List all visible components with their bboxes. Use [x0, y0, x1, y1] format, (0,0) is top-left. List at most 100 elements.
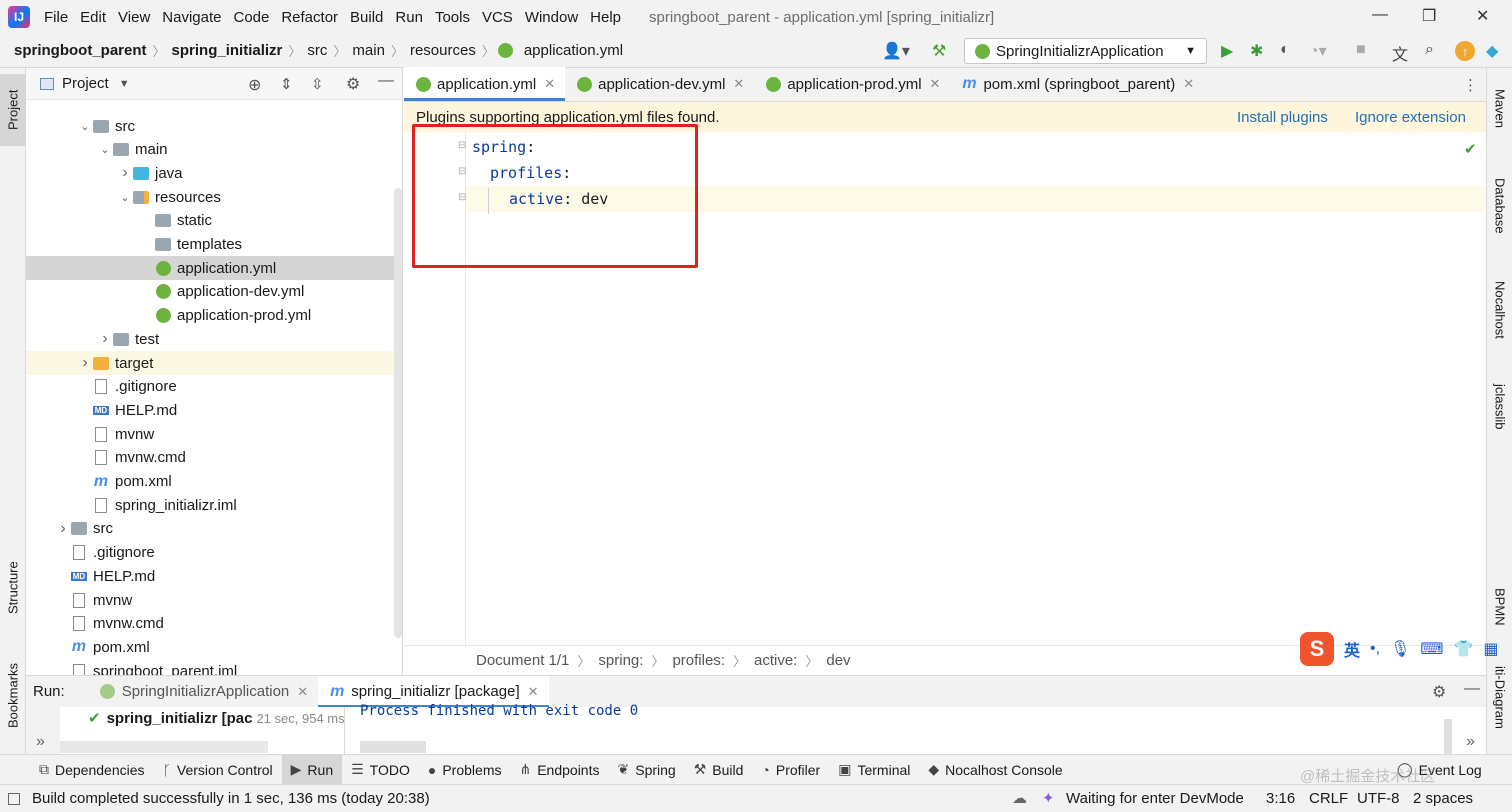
chevron-down-icon[interactable]: ⌄: [98, 143, 112, 156]
restore-icon[interactable]: ❐: [1422, 6, 1436, 26]
run-tab-spring-app[interactable]: SpringInitializrApplication ✕: [89, 676, 319, 708]
sogou-logo-icon[interactable]: S: [1300, 632, 1334, 666]
status-message[interactable]: Build completed successfully in 1 sec, 1…: [32, 790, 430, 807]
console-scrollbar[interactable]: [360, 741, 426, 753]
tw-todo[interactable]: ☰ TODO: [342, 755, 419, 785]
menu-navigate[interactable]: Navigate: [156, 9, 227, 26]
close-tab-icon[interactable]: ✕: [930, 76, 941, 92]
project-scrollbar[interactable]: [394, 188, 402, 638]
tw-endpoints[interactable]: ⋔ Endpoints: [510, 755, 608, 785]
tree-item[interactable]: application.yml: [26, 256, 402, 281]
tree-item[interactable]: › test: [26, 327, 402, 351]
expand-icon[interactable]: »: [1466, 733, 1475, 751]
microphone-icon[interactable]: 🎙: [1390, 639, 1410, 659]
tw-version-control[interactable]: ᚴ Version Control: [154, 755, 282, 785]
crumb-module[interactable]: spring_initializr: [168, 42, 287, 59]
chevron-down-icon[interactable]: ▼: [119, 78, 130, 90]
tree-item[interactable]: m pom.xml: [26, 635, 402, 659]
tw-build[interactable]: ⚒ Build: [685, 755, 753, 785]
crumb-resources[interactable]: resources: [406, 42, 480, 59]
chevron-down-icon[interactable]: ⌄: [118, 191, 132, 204]
close-tab-icon[interactable]: ✕: [528, 684, 539, 700]
user-icon[interactable]: 👤▾: [882, 41, 910, 61]
ime-lang[interactable]: 英: [1344, 637, 1360, 661]
tw-nocalhost-console[interactable]: ◆ Nocalhost Console: [919, 755, 1071, 785]
menu-edit[interactable]: Edit: [74, 9, 112, 26]
tree-item[interactable]: › src: [26, 517, 402, 541]
breadcrumb-dev[interactable]: dev: [826, 652, 850, 669]
menu-build[interactable]: Build: [344, 9, 389, 26]
tree-item[interactable]: m pom.xml: [26, 470, 402, 494]
structure-tool-tab[interactable]: Structure: [0, 546, 26, 630]
menu-window[interactable]: Window: [519, 9, 584, 26]
tw-profiler[interactable]: ◔ Profiler: [752, 755, 829, 785]
bookmarks-tool-tab[interactable]: Bookmarks: [0, 648, 26, 742]
tree-item[interactable]: › target: [26, 351, 402, 375]
file-encoding[interactable]: UTF-8: [1357, 790, 1400, 807]
line-separator[interactable]: CRLF: [1309, 790, 1348, 807]
database-tool-tab[interactable]: Database: [1487, 164, 1512, 248]
crumb-project[interactable]: springboot_parent: [10, 42, 151, 59]
close-tab-icon[interactable]: ✕: [544, 76, 555, 92]
run-tree-scrollbar[interactable]: [60, 741, 268, 753]
console-vscrollbar[interactable]: [1444, 719, 1452, 754]
debug-icon[interactable]: ✱: [1250, 41, 1263, 61]
project-panel-title[interactable]: Project: [62, 75, 109, 92]
devmode-status[interactable]: Waiting for enter DevMode: [1066, 790, 1244, 807]
install-plugins-link[interactable]: Install plugins: [1237, 109, 1328, 126]
run-configuration-select[interactable]: SpringInitializrApplication ▼: [964, 38, 1207, 64]
menu-run[interactable]: Run: [389, 9, 429, 26]
stop-icon[interactable]: ■: [1356, 41, 1366, 59]
expand-all-icon[interactable]: ⇕: [280, 75, 293, 93]
tree-item[interactable]: ⌄ main: [26, 138, 402, 162]
tab-application-yml[interactable]: application.yml ✕: [404, 67, 566, 101]
tw-dependencies[interactable]: ⧉ Dependencies: [30, 755, 154, 785]
plugin-icon[interactable]: ◆: [1486, 41, 1498, 61]
tree-item[interactable]: application-prod.yml: [26, 304, 402, 328]
project-tool-tab[interactable]: Project: [0, 74, 26, 146]
close-window-icon[interactable]: ✕: [1476, 6, 1489, 26]
jclasslib-tool-tab[interactable]: jclasslib: [1487, 370, 1512, 444]
gear-icon[interactable]: ⚙: [346, 74, 360, 94]
tw-run[interactable]: ▶ Run: [281, 754, 343, 785]
splitter[interactable]: [344, 707, 345, 754]
coverage-icon[interactable]: ◐: [1280, 41, 1290, 59]
indent-setting[interactable]: 2 spaces: [1413, 790, 1473, 807]
tree-item[interactable]: .gitignore: [26, 541, 402, 565]
caret-position[interactable]: 3:16: [1266, 790, 1295, 807]
translate-icon[interactable]: 文: [1392, 41, 1408, 65]
tree-item[interactable]: › java: [26, 161, 402, 185]
tree-item[interactable]: templates: [26, 233, 402, 257]
chevron-right-icon[interactable]: ›: [56, 520, 70, 538]
expand-icon[interactable]: »: [36, 733, 45, 751]
keyboard-icon[interactable]: ⌨: [1420, 639, 1443, 659]
chevron-right-icon[interactable]: ›: [98, 330, 112, 348]
tw-problems[interactable]: ● Problems: [419, 755, 511, 785]
cloud-icon[interactable]: ☁: [1012, 789, 1027, 807]
tree-item[interactable]: MD HELP.md: [26, 398, 402, 422]
tw-spring[interactable]: ❦ Spring: [609, 755, 685, 785]
crumb-main[interactable]: main: [348, 42, 389, 59]
close-tab-icon[interactable]: ✕: [297, 684, 308, 700]
menu-refactor[interactable]: Refactor: [275, 9, 344, 26]
menu-tools[interactable]: Tools: [429, 9, 476, 26]
update-icon[interactable]: ↑: [1455, 41, 1475, 61]
tree-item[interactable]: mvnw.cmd: [26, 612, 402, 636]
maven-tool-tab[interactable]: Maven: [1487, 72, 1512, 146]
tw-terminal[interactable]: ▣ Terminal: [829, 755, 919, 785]
hide-panel-icon[interactable]: —: [378, 72, 394, 90]
menu-view[interactable]: View: [112, 9, 156, 26]
tree-item[interactable]: mvnw: [26, 588, 402, 612]
tree-item[interactable]: ⌄ src: [26, 114, 402, 138]
tab-application-dev-yml[interactable]: application-dev.yml ✕: [565, 67, 754, 101]
gear-icon[interactable]: ⚙: [1432, 682, 1446, 702]
tab-application-prod-yml[interactable]: application-prod.yml ✕: [754, 67, 950, 101]
tree-item[interactable]: mvnw.cmd: [26, 446, 402, 470]
chevron-right-icon[interactable]: ›: [78, 354, 92, 372]
tree-item[interactable]: application-dev.yml: [26, 280, 402, 304]
menu-vcs[interactable]: VCS: [476, 9, 519, 26]
skin-icon[interactable]: 👕: [1453, 639, 1473, 659]
chevron-down-icon[interactable]: ⌄: [78, 120, 92, 133]
tree-item[interactable]: MD HELP.md: [26, 564, 402, 588]
punctuation-icon[interactable]: •,: [1370, 640, 1380, 658]
